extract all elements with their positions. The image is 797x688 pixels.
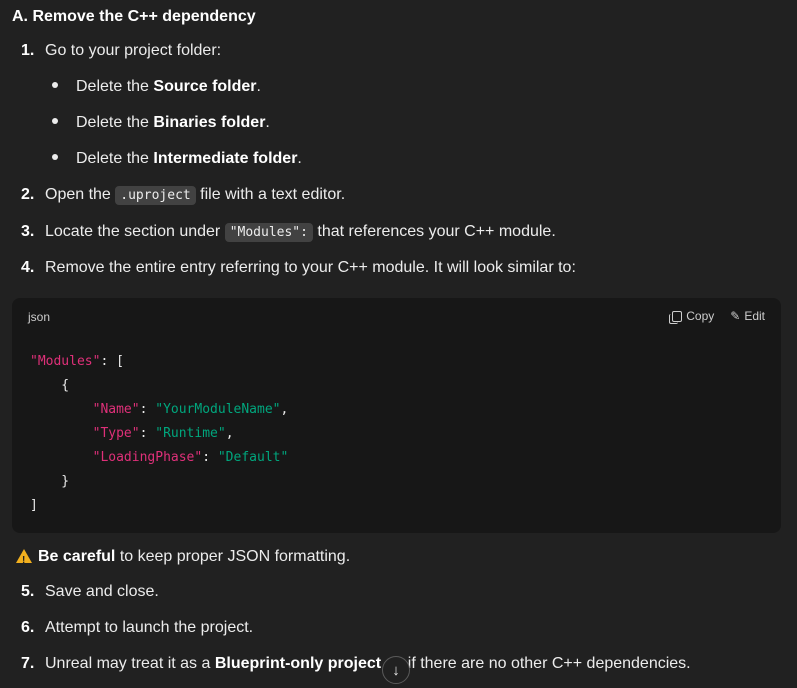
warning-note: Be careful to keep proper JSON formattin…	[16, 547, 351, 571]
step-number: 4.	[21, 259, 35, 276]
code-punct: :	[139, 402, 156, 417]
edit-button[interactable]: ✎ Edit	[730, 309, 765, 323]
code-string: "Runtime"	[155, 426, 226, 441]
bullet-dot-icon	[52, 117, 58, 124]
step-number: 1.	[21, 42, 35, 59]
code-punct: ]	[30, 498, 38, 513]
step-4: 4. Remove the entire entry referring to y…	[21, 258, 576, 278]
step-3: 3. Locate the section under "Modules": th…	[21, 222, 556, 243]
code-key: "Type"	[92, 426, 140, 441]
step-number: 5.	[21, 583, 35, 600]
step-text: Remove the entire entry referring to you…	[45, 259, 576, 276]
step-1: 1. Go to your project folder:	[21, 41, 221, 61]
code-block: json Copy ✎ Edit "Modules": [ { "Name": …	[12, 298, 781, 533]
code-punct: ,	[280, 402, 289, 417]
arrow-down-icon: ↓	[392, 661, 400, 679]
code-string: "YourModuleName"	[155, 402, 281, 417]
step-number: 3.	[21, 223, 35, 240]
bullet-bold-text: Intermediate folder	[153, 150, 298, 167]
bullet-text: Delete the	[76, 150, 154, 167]
code-language-label: json	[28, 310, 51, 324]
copy-label: Copy	[686, 309, 715, 323]
scroll-down-button[interactable]: ↓	[382, 656, 410, 684]
step-number: 2.	[21, 186, 35, 203]
step-text: Save and close.	[45, 583, 159, 600]
code-string: "Default"	[217, 450, 289, 465]
code-key: "Modules"	[30, 354, 101, 369]
bullet-text: Delete the	[76, 78, 154, 95]
code-actions: Copy ✎ Edit	[669, 309, 765, 324]
bullet-item-intermediate: Delete the Intermediate folder.	[52, 149, 302, 169]
step-text: Unreal may treat it as a	[45, 655, 215, 672]
bullet-bold-text: Binaries folder	[153, 114, 266, 131]
copy-button[interactable]: Copy	[669, 309, 715, 324]
warning-icon	[16, 549, 32, 571]
pencil-icon: ✎	[730, 309, 741, 323]
step-5: 5. Save and close.	[21, 582, 159, 602]
inline-code-modules: "Modules":	[224, 223, 313, 242]
step-text-end: n if there are no other C++ dependencies…	[394, 655, 691, 672]
step-text-end: that references your C++ module.	[312, 223, 556, 240]
step-number: 7.	[21, 655, 35, 672]
code-punct: }	[30, 474, 70, 489]
warning-text: to keep proper JSON formatting.	[115, 548, 351, 565]
bullet-dot-icon	[52, 153, 58, 160]
code-punct: :	[202, 450, 218, 465]
edit-label: Edit	[744, 309, 765, 323]
step-2: 2. Open the .uproject file with a text ed…	[21, 185, 345, 206]
code-key: "LoadingPhase"	[92, 450, 203, 465]
bullet-dot-icon	[52, 81, 58, 88]
code-content: "Modules": [ { "Name": "YourModuleName",…	[30, 350, 288, 518]
step-number: 6.	[21, 619, 35, 636]
step-text-end: file with a text editor.	[195, 186, 346, 203]
code-punct: : [	[100, 354, 124, 369]
step-6: 6. Attempt to launch the project.	[21, 618, 253, 638]
bullet-bold-text: Source folder	[153, 78, 257, 95]
bullet-text-end: .	[265, 114, 270, 131]
code-punct: {	[30, 378, 70, 393]
code-key: "Name"	[92, 402, 140, 417]
step-text: Locate the section under	[45, 223, 225, 240]
inline-code-uproject: .uproject	[115, 186, 196, 205]
code-punct: :	[139, 426, 156, 441]
bullet-text: Delete the	[76, 114, 154, 131]
bullet-item-binaries: Delete the Binaries folder.	[52, 113, 270, 133]
bullet-text-end: .	[297, 150, 302, 167]
step-bold-text: Blueprint-only project a	[214, 655, 395, 672]
section-heading: A. Remove the C++ dependency	[12, 8, 256, 25]
bullet-text-end: .	[256, 78, 261, 95]
bullet-item-source: Delete the Source folder.	[52, 77, 261, 97]
step-7: 7. Unreal may treat it as a Blueprint-onl…	[21, 654, 691, 674]
step-text: Go to your project folder:	[45, 42, 222, 59]
step-text: Attempt to launch the project.	[45, 619, 254, 636]
code-punct: ,	[225, 426, 234, 441]
warning-bold-text: Be careful	[38, 548, 116, 565]
step-text: Open the	[45, 186, 116, 203]
copy-icon	[669, 310, 683, 324]
